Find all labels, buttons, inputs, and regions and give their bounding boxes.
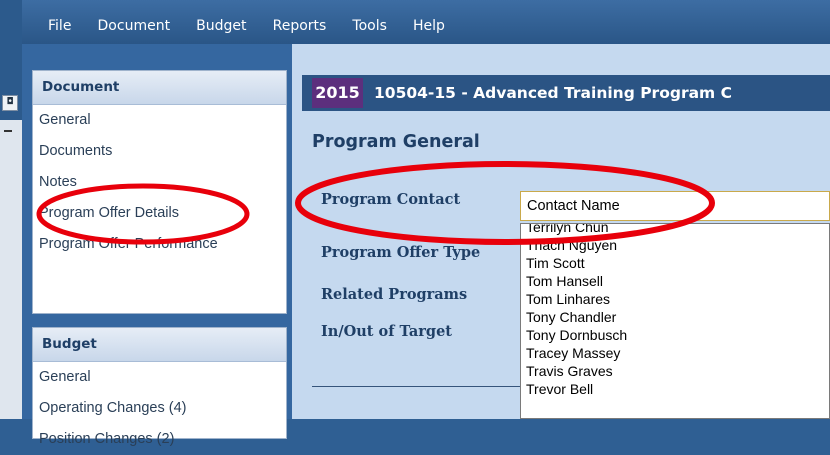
contact-option[interactable]: Thach Nguyen <box>521 236 829 254</box>
contact-option[interactable]: Tony Dornbusch <box>521 326 829 344</box>
sidebar-item-program-offer-performance[interactable]: Program Offer Performance <box>33 229 286 260</box>
contact-option[interactable]: Tracey Massey <box>521 344 829 362</box>
sidebar-item-operating-changes[interactable]: Operating Changes (4) <box>33 393 286 424</box>
menu-file[interactable]: File <box>48 18 71 34</box>
in-out-target-label: In/Out of Target <box>321 323 452 340</box>
menu-budget[interactable]: Budget <box>196 18 246 34</box>
section-title: Program General <box>312 132 480 152</box>
contact-option[interactable]: Tony Chandler <box>521 308 829 326</box>
document-title: 10504-15 - Advanced Training Program C <box>374 84 732 102</box>
document-panel: Document General Documents Notes Program… <box>32 70 287 314</box>
related-programs-label: Related Programs <box>321 286 468 303</box>
minimize-icon[interactable]: ◘ <box>2 95 18 111</box>
document-panel-title: Document <box>33 71 286 105</box>
sidebar: Document General Documents Notes Program… <box>22 44 292 447</box>
menu-bar: File Document Budget Reports Tools Help <box>22 0 830 44</box>
menu-tools[interactable]: Tools <box>352 18 387 34</box>
budget-panel-title: Budget <box>33 328 286 362</box>
sidebar-item-position-changes[interactable]: Position Changes (2) <box>33 424 286 455</box>
menu-help[interactable]: Help <box>413 18 445 34</box>
year-badge: 2015 <box>312 78 363 108</box>
main-content: 2015 10504-15 - Advanced Training Progra… <box>292 44 830 419</box>
contact-option[interactable]: Terrilyn Chun <box>521 224 829 236</box>
contact-option[interactable]: Travis Graves <box>521 362 829 380</box>
program-contact-label: Program Contact <box>321 191 461 208</box>
sidebar-item-general[interactable]: General <box>33 105 286 136</box>
contact-option[interactable]: Tom Hansell <box>521 272 829 290</box>
contact-option[interactable]: Trevor Bell <box>521 380 829 398</box>
menu-document[interactable]: Document <box>98 18 171 34</box>
document-header: 2015 10504-15 - Advanced Training Progra… <box>302 75 830 111</box>
sidebar-item-program-offer-details[interactable]: Program Offer Details <box>33 198 286 229</box>
contact-dropdown-list[interactable]: Terrilyn Chun Thach Nguyen Tim Scott Tom… <box>520 223 830 419</box>
dash-icon <box>4 130 12 132</box>
left-window-edge: ◘ <box>0 0 22 419</box>
budget-panel: Budget General Operating Changes (4) Pos… <box>32 327 287 447</box>
sidebar-item-notes[interactable]: Notes <box>33 167 286 198</box>
sidebar-item-documents[interactable]: Documents <box>33 136 286 167</box>
program-contact-combobox[interactable]: Contact Name <box>520 191 830 221</box>
sidebar-item-budget-general[interactable]: General <box>33 362 286 393</box>
program-offer-type-label: Program Offer Type <box>321 244 481 261</box>
contact-option[interactable]: Tom Linhares <box>521 290 829 308</box>
divider <box>312 386 520 387</box>
contact-option[interactable]: Tim Scott <box>521 254 829 272</box>
menu-reports[interactable]: Reports <box>273 18 327 34</box>
